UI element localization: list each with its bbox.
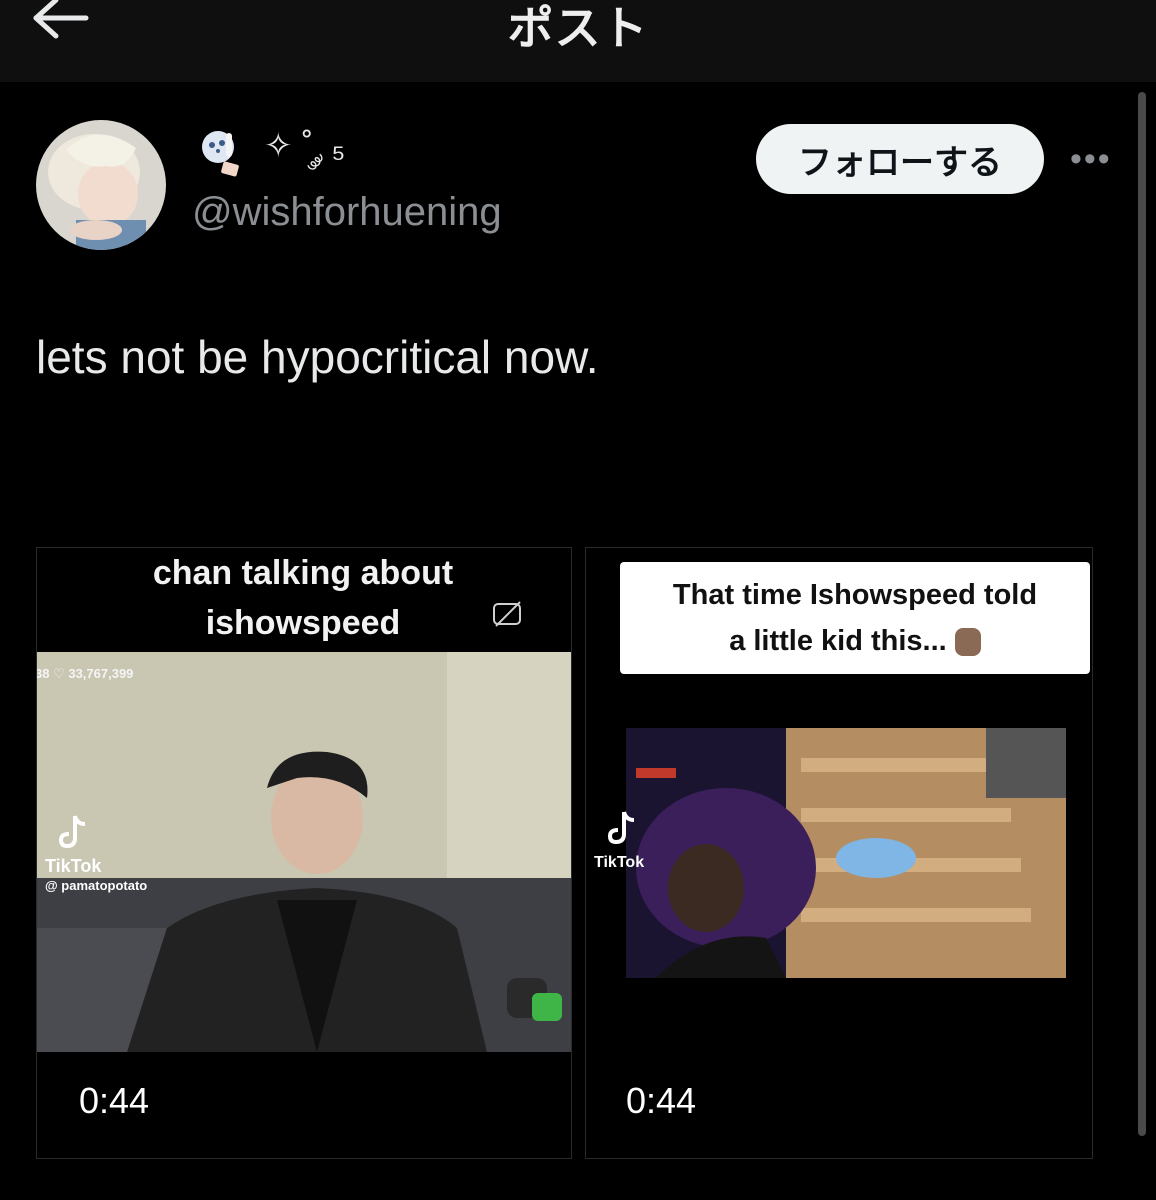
caption-line-2: a little kid this... — [620, 618, 1090, 664]
facepalm-emoji-icon — [954, 628, 981, 657]
tiktok-logo-icon — [59, 815, 86, 849]
display-name[interactable]: ✧ ˚ ༘ ₅ — [200, 127, 345, 180]
more-options-icon[interactable]: ••• — [1070, 140, 1112, 179]
top-bar: ポスト — [0, 0, 1156, 82]
avatar[interactable] — [36, 120, 166, 250]
page-title: ポスト — [507, 2, 649, 54]
scrollbar[interactable] — [1138, 92, 1146, 1136]
follow-button[interactable]: フォローする — [756, 124, 1044, 194]
caption-line-2-text: a little kid this... — [729, 625, 947, 657]
display-name-text: ✧ ˚ ༘ ₅ — [264, 127, 346, 165]
post-text: lets not be hypocritical now. — [36, 331, 599, 383]
caption-line-1: That time Ishowspeed told — [672, 579, 1038, 611]
ghost-emoji-icon — [202, 131, 239, 177]
video-duration: 0:44 — [79, 1080, 150, 1121]
avatar-image — [36, 120, 166, 250]
video-duration: 0:44 — [626, 1080, 697, 1121]
video-caption-2: That time Ishowspeed told a little kid t… — [620, 572, 1090, 664]
video-caption-1: chan talking about ishowspeed — [36, 548, 570, 648]
user-handle[interactable]: @wishforhuening — [192, 190, 502, 235]
video-thumbnail-2[interactable]: That time Ishowspeed told a little kid t… — [585, 547, 1093, 1159]
tiktok-logo-icon — [608, 811, 635, 845]
tiktok-brand: TikTok — [45, 856, 102, 876]
tiktok-user: @ pamatopotato — [45, 878, 148, 893]
caption-line-2: ishowspeed — [205, 604, 401, 642]
video-stats: 38 ♡ 33,767,399 — [36, 666, 134, 681]
tiktok-brand: TikTok — [594, 854, 645, 871]
caption-line-1: chan talking about — [152, 554, 454, 592]
